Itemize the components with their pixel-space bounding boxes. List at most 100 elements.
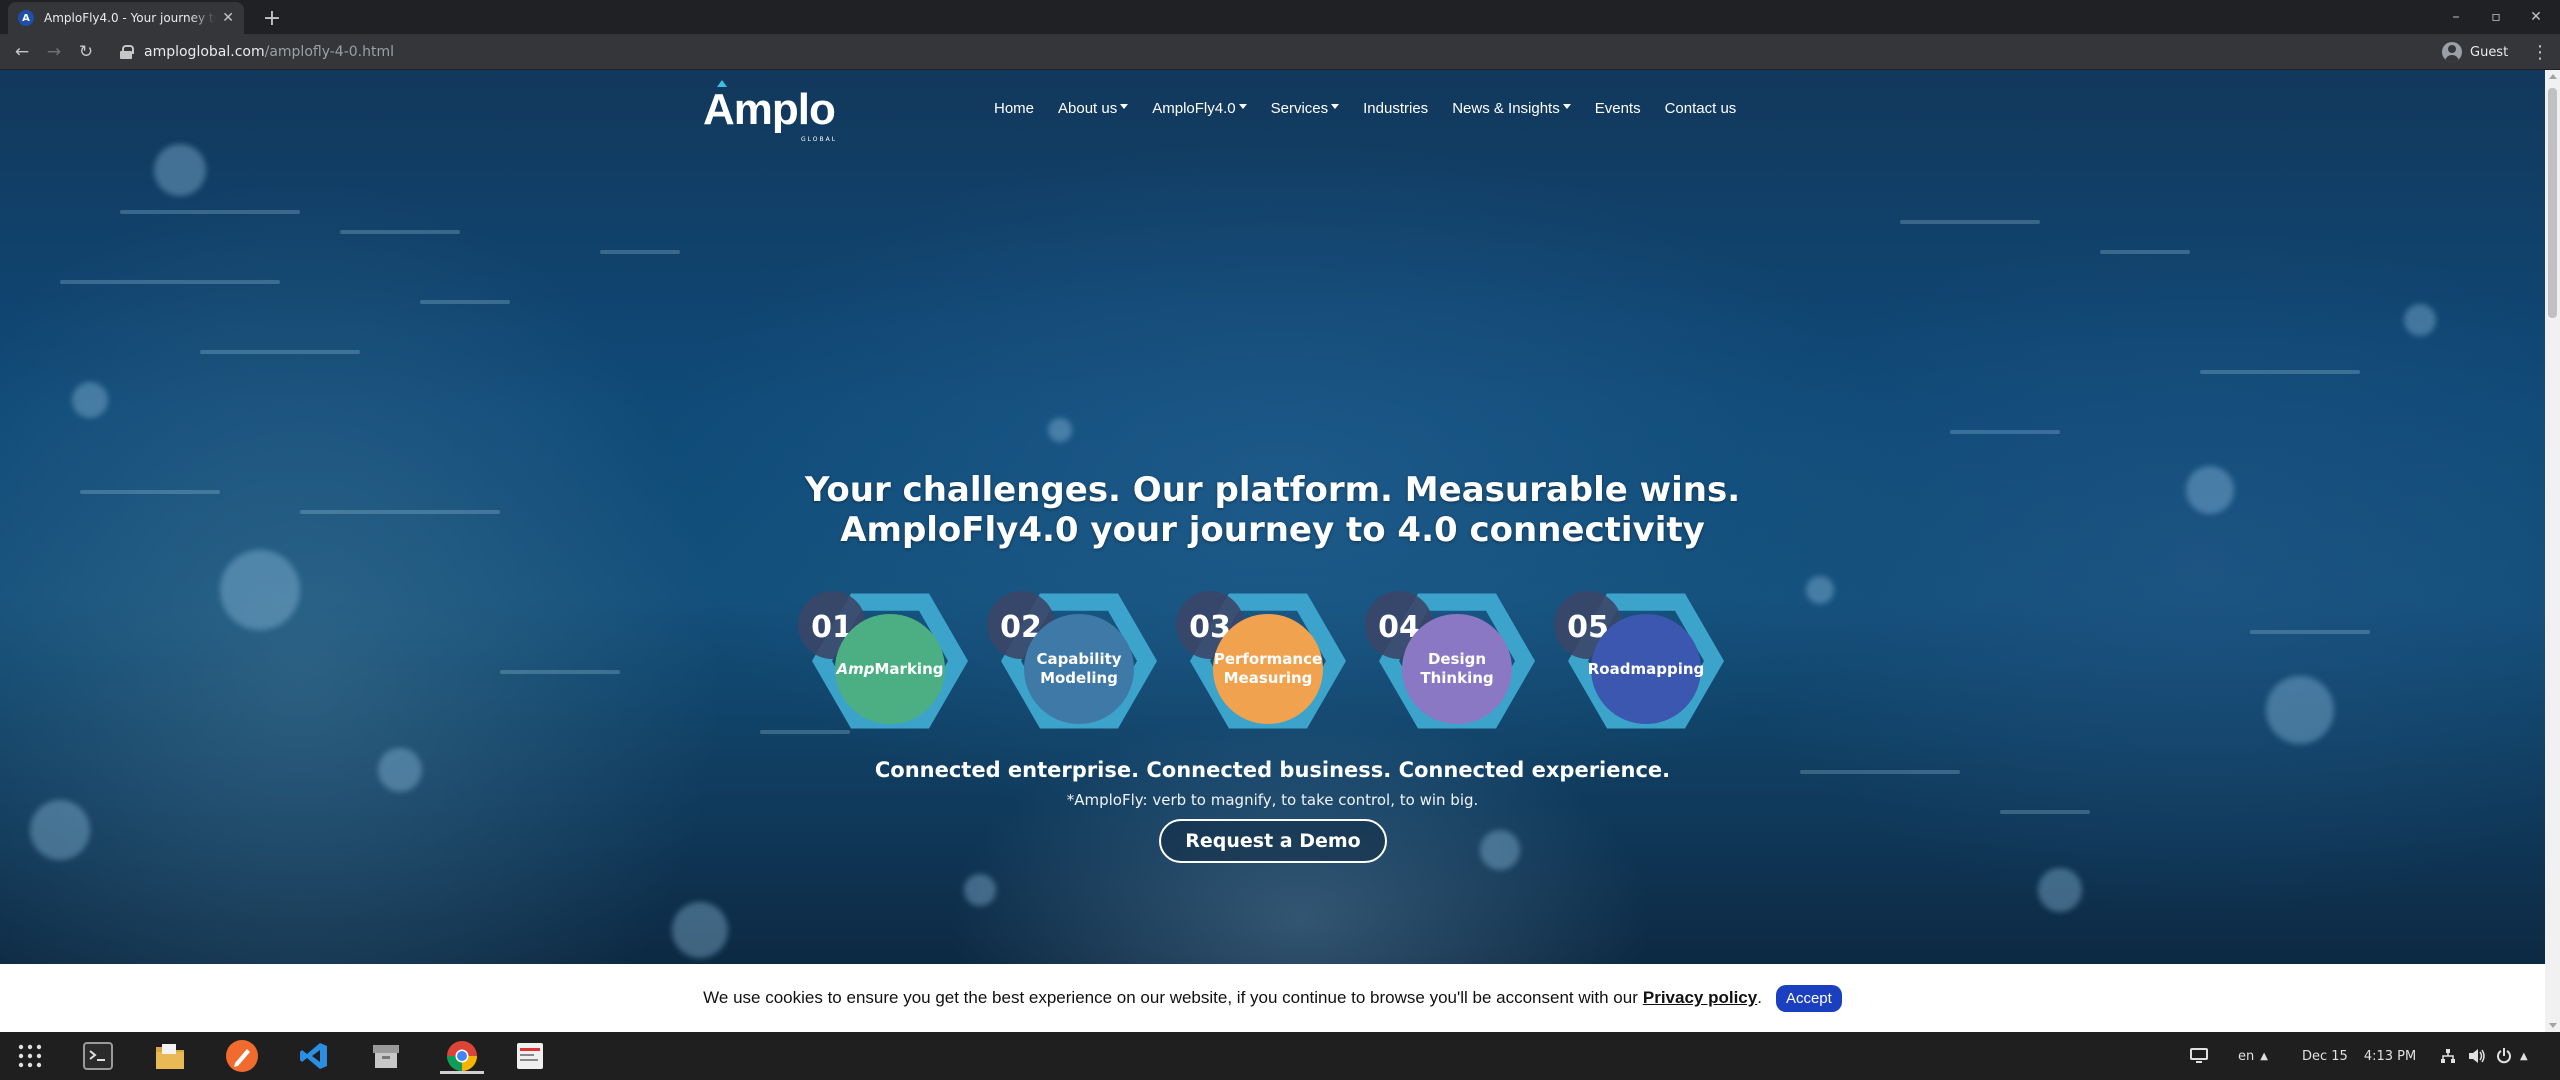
privacy-policy-link[interactable]: Privacy policy [1643,988,1757,1008]
network-icon[interactable] [2440,1032,2456,1080]
chrome-icon[interactable] [440,1038,484,1074]
main-navigation: Home About us AmploFly4.0 Services Indus… [982,100,1748,117]
site-favicon-icon: A [18,10,34,26]
caret-down-icon [1331,104,1340,109]
tray-menu-icon[interactable]: ▲ [2520,1032,2528,1080]
step-label: AmpMarking [836,660,944,678]
code-line-decor [2000,810,2090,814]
maximize-window-button[interactable]: ▫ [2476,0,2516,34]
code-line-decor [2200,370,2360,374]
accept-cookies-button[interactable]: Accept [1775,984,1842,1012]
step-label: Roadmapping [1588,660,1705,678]
lock-icon [120,45,134,59]
code-line-decor [2250,630,2370,634]
app-grid-icon[interactable] [12,1038,48,1074]
bokeh-light [1806,576,1834,604]
caret-down-icon [1562,104,1571,109]
bokeh-light [2266,676,2334,744]
code-line-decor [60,280,280,284]
browser-menu-icon[interactable]: ⋮ [2530,39,2550,65]
nav-contact-us[interactable]: Contact us [1653,100,1749,117]
date: Dec 15 [2302,1048,2348,1064]
nav-label: Events [1594,100,1641,117]
caret-down-icon [1238,104,1247,109]
close-window-button[interactable]: ✕ [2516,0,2556,34]
step-label: Capability [1036,650,1121,668]
step-label: Measuring [1224,669,1313,687]
nav-industries[interactable]: Industries [1351,100,1440,117]
bokeh-light [2404,304,2436,336]
nav-label: Industries [1363,100,1429,117]
hero-tagline: Connected enterprise. Connected business… [874,758,1671,782]
step-label: Performance [1214,650,1322,668]
request-demo-button[interactable]: Request a Demo [1159,819,1387,863]
scroll-down-arrow-icon[interactable] [2549,1023,2557,1028]
code-line-decor [120,210,300,214]
code-line-decor [200,350,360,354]
nav-label: AmploFly4.0 [1152,100,1236,117]
nav-amplofly[interactable]: AmploFly4.0 [1140,100,1258,117]
vscode-icon[interactable] [296,1038,332,1074]
step-label: Thinking [1420,669,1493,687]
new-tab-button[interactable]: + [258,4,286,32]
nav-services[interactable]: Services [1259,100,1352,117]
archive-manager-icon[interactable] [368,1038,404,1074]
step-label: Design [1428,650,1486,668]
browser-toolbar: ← → ↻ amploglobal.com /amplofly-4-0.html… [0,34,2560,70]
scrollbar-thumb[interactable] [2548,88,2557,318]
site-logo[interactable]: Amplo GLOBAL [703,80,836,148]
back-button[interactable]: ← [8,39,36,65]
cookie-message: We use cookies to ensure you get the bes… [703,988,1638,1007]
browser-tab[interactable]: A AmploFly4.0 - Your journey to ✕ [8,2,244,34]
code-line-decor [600,250,680,254]
bokeh-light [154,144,206,196]
language-indicator[interactable]: en ▲ [2238,1032,2268,1080]
nav-label: Contact us [1664,100,1737,117]
address-bar[interactable]: amploglobal.com /amplofly-4-0.html [110,38,2430,66]
screenshot-tool-icon[interactable] [512,1038,548,1074]
terminal-icon[interactable] [80,1038,116,1074]
cookie-banner: We use cookies to ensure you get the bes… [0,964,2545,1032]
nav-news-insights[interactable]: News & Insights [1440,100,1583,117]
code-line-decor [1900,220,2040,224]
drawing-app-icon[interactable] [224,1038,260,1074]
hero-title-line-1: Your challenges. Our platform. Measurabl… [804,470,1741,510]
url-path: /amplofly-4-0.html [264,44,394,60]
profile-button[interactable]: Guest [2442,39,2508,65]
clock[interactable]: Dec 15 4:13 PM [2302,1032,2416,1080]
bokeh-light [1048,418,1072,442]
code-line-decor [340,230,460,234]
bokeh-light [72,382,108,418]
caret-down-icon [1120,104,1129,109]
cookie-period: . [1757,988,1762,1007]
reload-button[interactable]: ↻ [72,39,100,65]
forward-button[interactable]: → [40,39,68,65]
profile-avatar-icon [2442,42,2462,62]
active-app-indicator [440,1071,484,1074]
power-icon[interactable] [2496,1032,2512,1080]
display-settings-icon[interactable] [2190,1032,2208,1080]
bokeh-light [672,902,728,958]
close-tab-icon[interactable]: ✕ [222,10,234,26]
profile-name: Guest [2470,44,2509,60]
nav-home[interactable]: Home [982,100,1046,117]
scroll-up-arrow-icon[interactable] [2549,74,2557,79]
nav-events[interactable]: Events [1583,100,1653,117]
minimize-window-button[interactable]: – [2436,0,2476,34]
page-scrollbar[interactable] [2545,70,2560,1032]
nav-about-us[interactable]: About us [1046,100,1140,117]
nav-label: Home [994,100,1035,117]
browser-tab-strip: A AmploFly4.0 - Your journey to ✕ + – ▫ … [0,0,2560,34]
step-label: Modeling [1040,669,1118,687]
bokeh-light [220,550,300,630]
caret-up-icon: ▲ [2260,1050,2268,1062]
file-manager-icon[interactable] [152,1038,188,1074]
bokeh-light [2038,868,2082,912]
bokeh-light [964,874,996,906]
nav-label: News & Insights [1452,100,1560,117]
code-line-decor [420,300,510,304]
bokeh-light [1480,830,1520,870]
language-label: en [2238,1048,2255,1064]
volume-icon[interactable] [2468,1032,2486,1080]
url-host: amploglobal.com [144,44,265,60]
